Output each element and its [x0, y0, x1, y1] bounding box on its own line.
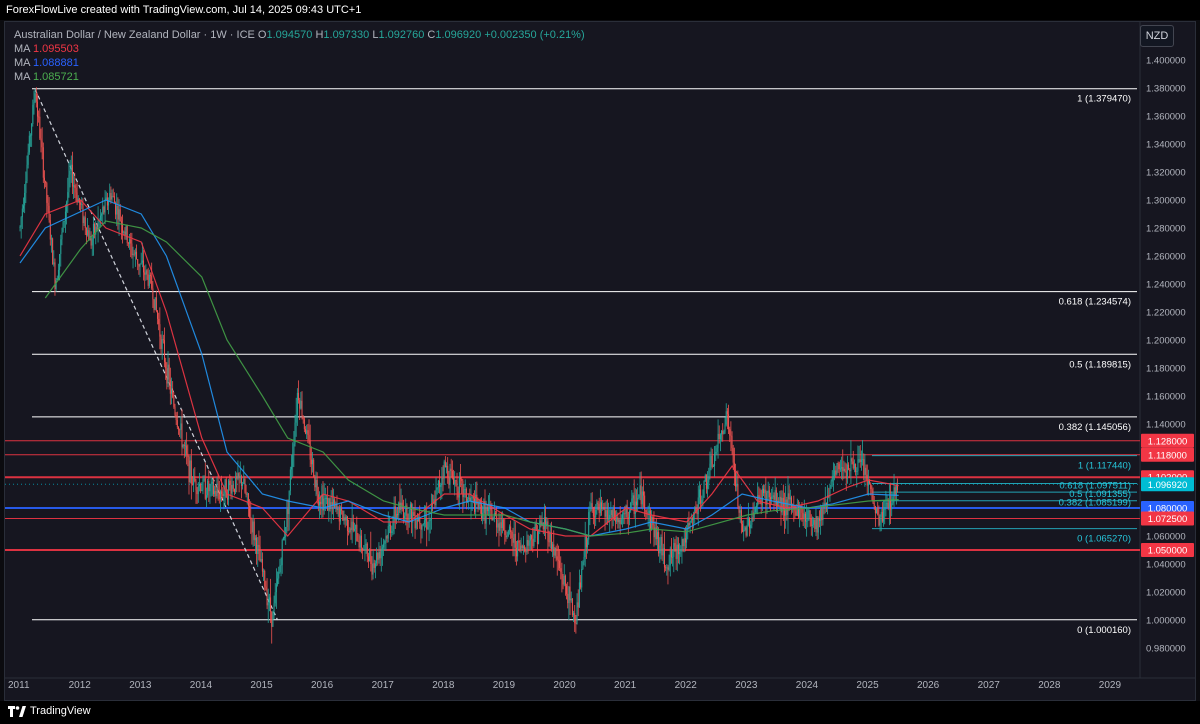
ma-2-value: 1.088881 — [32, 57, 79, 69]
ma-1-value: 1.095503 — [32, 43, 79, 55]
credit-text: ForexFlowLive created with TradingView.c… — [6, 4, 362, 16]
top-bar: ForexFlowLive created with TradingView.c… — [0, 0, 1200, 20]
low-value: 1.092760 — [378, 29, 425, 41]
ma-3-label: MA — [14, 71, 30, 83]
change-value: +0.002350 (+0.21%) — [484, 29, 585, 41]
footer-bar: TradingView — [0, 701, 1200, 724]
legend-ma-2[interactable]: MA 1.088881 — [14, 56, 585, 70]
tradingview-brand-label: TradingView — [30, 705, 91, 717]
symbol-name[interactable]: Australian Dollar / New Zealand Dollar ·… — [14, 29, 255, 41]
ma-1-label: MA — [14, 43, 30, 55]
tradingview-brand[interactable]: TradingView — [8, 705, 91, 717]
ma-3-value: 1.085721 — [32, 71, 79, 83]
legend-symbol-row: Australian Dollar / New Zealand Dollar ·… — [14, 28, 585, 42]
open-value: 1.094570 — [266, 29, 313, 41]
ma-2-label: MA — [14, 57, 30, 69]
tradingview-logo-icon — [8, 705, 26, 717]
high-value: 1.097330 — [323, 29, 370, 41]
chart-area[interactable] — [4, 21, 1196, 701]
legend-ma-1[interactable]: MA 1.095503 — [14, 42, 585, 56]
legend-ma-3[interactable]: MA 1.085721 — [14, 70, 585, 84]
tradingview-frame: ForexFlowLive created with TradingView.c… — [0, 0, 1200, 724]
chart-legend: Australian Dollar / New Zealand Dollar ·… — [14, 28, 585, 84]
close-value: 1.096920 — [435, 29, 482, 41]
currency-button[interactable]: NZD — [1140, 25, 1174, 47]
